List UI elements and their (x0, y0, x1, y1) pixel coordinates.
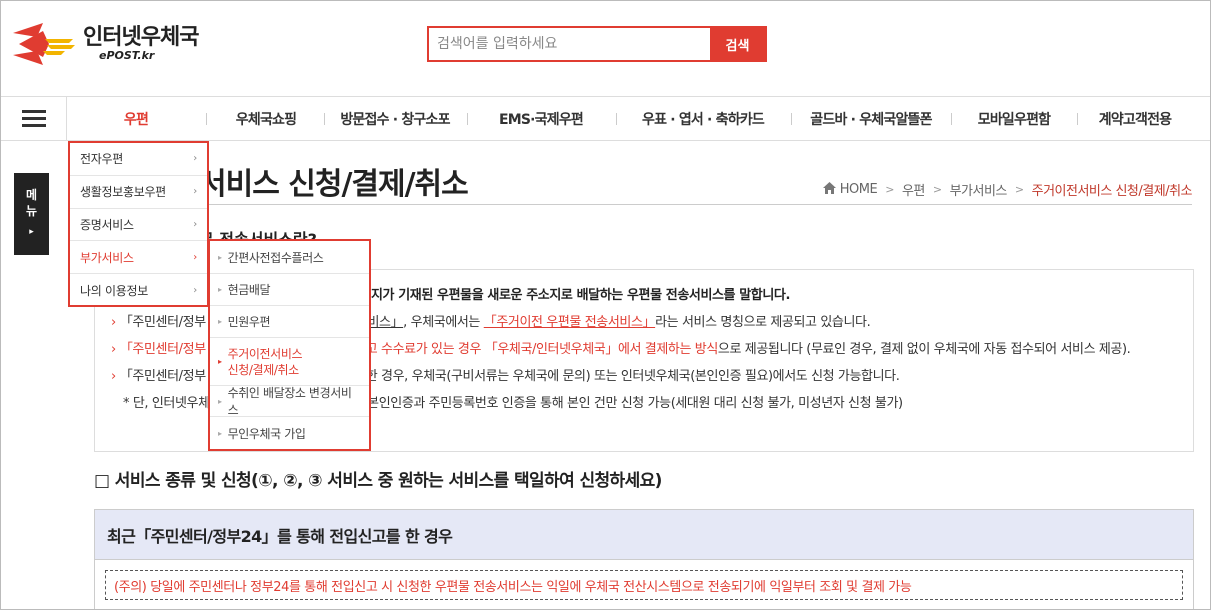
side-tab-label: 메 (25, 188, 38, 202)
side-menu-tab[interactable]: 메 뉴 ▸ (14, 173, 49, 255)
chevron-right-icon: › (193, 153, 197, 165)
triangle-right-icon: ▸ (218, 396, 222, 406)
gnb-divider (616, 113, 617, 125)
panel-heading: 최근「주민센터/정부24」를 통해 전입신고를 한 경우 (95, 510, 1193, 560)
gnb-item-ems[interactable]: EMS·국제우편 (475, 97, 607, 140)
triangle-right-icon: ▸ (218, 317, 222, 326)
service-panel: 최근「주민센터/정부24」를 통해 전입신고를 한 경우 (주의) 당일에 주민… (94, 509, 1194, 609)
gnb-item-mobile[interactable]: 모바일우편함 (959, 97, 1069, 140)
triangle-right-icon: ▸ (218, 252, 222, 262)
search-input[interactable] (429, 28, 710, 60)
submenu-item-email-post[interactable]: 전자우편 › (70, 143, 207, 176)
logo-subtitle: ePOST.kr (99, 49, 155, 62)
gnb-item-shopping[interactable]: 우체국쇼핑 (216, 97, 316, 140)
search-bar: 검색 (427, 26, 767, 62)
breadcrumb-current: 주거이전서비스 신청/결제/취소 (1031, 184, 1193, 199)
gnb-divider (467, 113, 468, 125)
gnb-divider (324, 113, 325, 125)
intro-line: 지가 기재된 우편물을 새로운 주소지로 배달하는 우편물 전송서비스를 말합니… (371, 288, 791, 303)
site-logo[interactable]: 인터넷우체국 ePOST.kr (13, 23, 199, 65)
submenu-item-certificate[interactable]: 증명서비스 › (70, 209, 207, 242)
submenu-item-civil-post[interactable]: ▸ 민원우편 (210, 306, 369, 338)
submenu-item-additional-services[interactable]: 부가서비스 › (70, 241, 207, 275)
triangle-right-icon: ▸ (218, 285, 222, 294)
title-divider (199, 204, 1192, 205)
submenu-item-address-move[interactable]: ▸ 주거이전서비스 신청/결제/취소 (210, 338, 369, 386)
chevron-right-icon: › (193, 186, 197, 198)
menu-button[interactable] (1, 97, 67, 140)
chevron-right-icon: › (193, 285, 197, 297)
arrow-right-icon: ▸ (29, 227, 34, 237)
search-button[interactable]: 검색 (710, 28, 765, 60)
gnb-divider (1077, 113, 1078, 125)
chevron-right-icon: > (885, 183, 894, 196)
chevron-right-icon: > (1014, 183, 1024, 196)
gnb-divider (206, 113, 207, 125)
triangle-right-icon: ▸ (218, 428, 222, 438)
notice-text: (주의) 당일에 주민센터나 정부24를 통해 전입신고 시 신청한 우편물 전… (105, 570, 1183, 600)
side-tab-label: 뉴 (25, 204, 38, 218)
submenu-item-unmanned-post[interactable]: ▸ 무인우체국 가입 (210, 417, 369, 449)
global-nav: 우편 우체국쇼핑 방문접수 · 창구소포 EMS·국제우편 우표 · 엽서 · … (1, 96, 1210, 141)
gnb-item-post[interactable]: 우편 (93, 97, 179, 140)
gnb-item-visit-parcel[interactable]: 방문접수 · 창구소포 (331, 97, 459, 140)
breadcrumb-item[interactable]: 부가서비스 (950, 180, 1008, 199)
gnb-divider (791, 113, 792, 125)
logo-title: 인터넷우체국 (83, 25, 199, 50)
gnb-divider (951, 113, 952, 125)
epost-logo-icon (13, 23, 79, 65)
breadcrumb: HOME > 우편 > 부가서비스 > 주거이전서비스 신청/결제/취소 (822, 180, 1193, 199)
breadcrumb-home[interactable]: HOME (840, 182, 878, 197)
submenu-item-easy-prereception[interactable]: ▸ 간편사전접수플러스 (210, 241, 369, 274)
post-submenu: 전자우편 › 생활정보홍보우편 › 증명서비스 › 부가서비스 › 나의 이용정보 › (68, 141, 209, 307)
additional-services-submenu: ▸ 간편사전접수플러스 ▸ 현금배달 ▸ 민원우편 ▸ 주거이전서비스 신청/결제/취소… (208, 239, 371, 451)
submenu-item-cash-delivery[interactable]: ▸ 현금배달 (210, 274, 369, 306)
chevron-right-icon: › (193, 251, 197, 263)
service-title: □ 서비스 종류 및 신청(①, ②, ③ 서비스 중 원하는 서비스를 택일하… (94, 471, 662, 491)
gnb-item-goldbar[interactable]: 골드바 · 우체국알뜰폰 (799, 97, 943, 140)
triangle-right-icon: ▸ (218, 357, 222, 366)
chevron-right-icon: › (193, 218, 197, 230)
submenu-item-delivery-change[interactable]: ▸ 수취인 배달장소 변경서비스 (210, 386, 369, 417)
breadcrumb-item[interactable]: 우편 (902, 180, 925, 199)
chevron-right-icon: > (932, 183, 942, 196)
submenu-item-my-usage[interactable]: 나의 이용정보 › (70, 274, 207, 307)
home-icon[interactable] (822, 181, 836, 198)
hamburger-icon (21, 109, 46, 128)
submenu-item-info-post[interactable]: 생활정보홍보우편 › (70, 176, 207, 209)
page-frame: 인터넷우체국 ePOST.kr 검색 우편 우체국쇼핑 방문접수 · 창구소포 … (0, 0, 1211, 610)
page-title: 서비스 신청/결제/취소 (199, 167, 469, 202)
gnb-item-stamps[interactable]: 우표 · 엽서 · 축하카드 (623, 97, 783, 140)
gnb-item-contract[interactable]: 계약고객전용 (1083, 97, 1187, 140)
